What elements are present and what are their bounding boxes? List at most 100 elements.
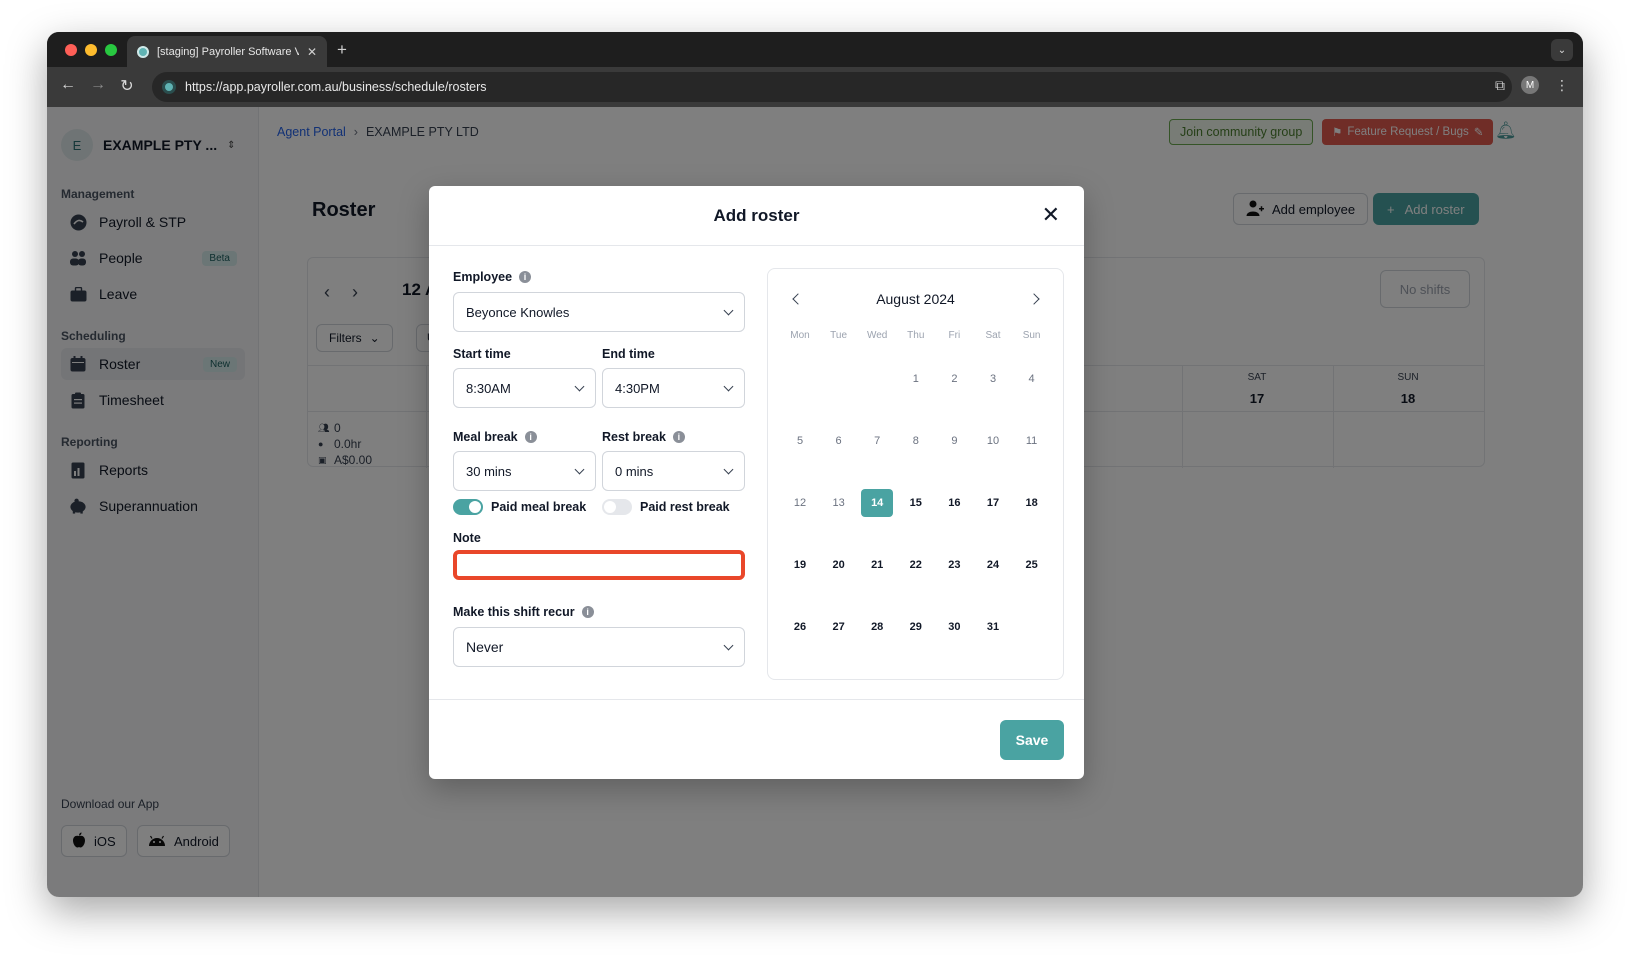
minimize-window-button[interactable] <box>85 44 97 56</box>
calendar-day[interactable]: 16 <box>938 489 970 517</box>
close-tab-icon[interactable]: ✕ <box>307 45 317 59</box>
rest-break-value: 0 mins <box>615 463 654 479</box>
employee-label: Employee i <box>453 270 532 284</box>
chevron-down-icon <box>574 381 585 391</box>
tab-search-icon[interactable]: ⌄ <box>1551 39 1573 61</box>
next-month-button[interactable] <box>1025 289 1045 309</box>
paid-rest-break-toggle[interactable]: Paid rest break <box>602 499 730 515</box>
tab-strip: [staging] Payroller Software V ✕ + ⌄ <box>47 32 1583 67</box>
recur-label: Make this shift recur i <box>453 605 594 619</box>
calendar-day[interactable]: 28 <box>861 613 893 641</box>
reload-icon[interactable]: ↻ <box>116 76 138 96</box>
calendar-month-label: August 2024 <box>876 291 955 307</box>
weekday-wed: Wed <box>866 330 888 341</box>
calendar-day[interactable]: 13 <box>823 489 855 517</box>
calendar-day[interactable]: 30 <box>938 613 970 641</box>
info-icon[interactable]: i <box>672 431 685 443</box>
info-icon[interactable]: i <box>524 431 537 443</box>
meal-break-label: Meal break i <box>453 430 537 444</box>
calendar-day[interactable]: 23 <box>938 551 970 579</box>
end-time-value: 4:30PM <box>615 380 660 396</box>
weekday-tue: Tue <box>830 330 848 341</box>
calendar-day[interactable]: 7 <box>861 427 893 455</box>
paid-meal-break-label: Paid meal break <box>491 500 587 514</box>
calendar-day[interactable]: 27 <box>823 613 855 641</box>
meal-break-label-text: Meal break <box>453 430 518 444</box>
end-time-select[interactable]: 4:30PM <box>602 368 745 408</box>
calendar-day[interactable]: 6 <box>823 427 855 455</box>
calendar-day[interactable]: 22 <box>900 551 932 579</box>
modal-title: Add roster <box>713 206 800 225</box>
forward-icon[interactable]: → <box>87 76 109 94</box>
calendar-day[interactable]: 25 <box>1016 551 1048 579</box>
recur-select[interactable]: Never <box>453 627 745 667</box>
maximize-window-button[interactable] <box>105 44 117 56</box>
calendar-day[interactable]: 11 <box>1016 427 1048 455</box>
employee-select[interactable]: Beyonce Knowles <box>453 292 745 332</box>
chevron-down-icon <box>723 640 734 650</box>
url-text: https://app.payroller.com.au/business/sc… <box>185 80 487 94</box>
paid-meal-break-toggle[interactable]: Paid meal break <box>453 499 586 515</box>
calendar-day[interactable]: 5 <box>784 427 816 455</box>
end-time-label: End time <box>602 347 655 361</box>
window-controls <box>65 44 117 56</box>
weekday-sat: Sat <box>985 330 1001 341</box>
calendar-day[interactable]: 8 <box>900 427 932 455</box>
meal-break-select[interactable]: 30 mins <box>453 451 596 491</box>
modal-footer-divider <box>429 699 1084 700</box>
start-time-label: Start time <box>453 347 511 361</box>
weekday-thu: Thu <box>907 330 925 341</box>
close-icon[interactable]: ✕ <box>1042 202 1060 228</box>
extensions-icon[interactable]: ⧉ <box>1495 77 1505 94</box>
address-bar[interactable]: https://app.payroller.com.au/business/sc… <box>152 72 1512 102</box>
calendar-day[interactable]: 1 <box>900 365 932 393</box>
calendar-day[interactable]: 10 <box>977 427 1009 455</box>
profile-avatar[interactable]: M <box>1521 76 1539 94</box>
toggle-switch[interactable] <box>602 499 632 515</box>
rest-break-label-text: Rest break <box>602 430 666 444</box>
weekday-mon: Mon <box>790 330 810 341</box>
date-picker: August 2024 Mon Tue Wed Thu Fri Sat Sun 1 2 3 4 5 6 7… <box>767 268 1064 680</box>
calendar-day[interactable]: 18 <box>1016 489 1048 517</box>
note-field[interactable] <box>453 550 745 580</box>
note-input[interactable] <box>465 554 733 576</box>
recur-value: Never <box>466 639 504 655</box>
new-tab-icon[interactable]: + <box>337 40 347 60</box>
calendar-day[interactable]: 2 <box>938 365 970 393</box>
calendar-day[interactable]: 15 <box>900 489 932 517</box>
calendar-day[interactable]: 21 <box>861 551 893 579</box>
calendar-day[interactable]: 17 <box>977 489 1009 517</box>
note-label: Note <box>453 531 481 545</box>
rest-break-select[interactable]: 0 mins <box>602 451 745 491</box>
calendar-day[interactable]: 3 <box>977 365 1009 393</box>
save-button[interactable]: Save <box>1000 720 1064 760</box>
employee-value: Beyonce Knowles <box>466 304 570 320</box>
back-icon[interactable]: ← <box>57 76 79 94</box>
calendar-day[interactable]: 24 <box>977 551 1009 579</box>
browser-menu-icon[interactable]: ⋮ <box>1555 77 1569 94</box>
site-info-icon[interactable] <box>162 80 176 94</box>
calendar-day[interactable]: 4 <box>1016 365 1048 393</box>
browser-tab[interactable]: [staging] Payroller Software V ✕ <box>127 36 327 67</box>
calendar-day[interactable]: 20 <box>823 551 855 579</box>
chevron-down-icon <box>574 464 585 474</box>
paid-rest-break-label: Paid rest break <box>640 500 730 514</box>
close-window-button[interactable] <box>65 44 77 56</box>
info-icon[interactable]: i <box>581 606 594 618</box>
chevron-right-icon <box>1027 293 1040 305</box>
info-icon[interactable]: i <box>519 271 532 283</box>
rest-break-label: Rest break i <box>602 430 685 444</box>
calendar-day[interactable]: 12 <box>784 489 816 517</box>
calendar-day[interactable]: 31 <box>977 613 1009 641</box>
calendar-day[interactable]: 26 <box>784 613 816 641</box>
recur-label-text: Make this shift recur <box>453 605 575 619</box>
chevron-down-icon <box>723 381 734 391</box>
toggle-switch[interactable] <box>453 499 483 515</box>
tab-title: [staging] Payroller Software V <box>157 45 299 58</box>
calendar-day[interactable]: 9 <box>938 427 970 455</box>
calendar-day[interactable]: 19 <box>784 551 816 579</box>
start-time-select[interactable]: 8:30AM <box>453 368 596 408</box>
start-time-value: 8:30AM <box>466 380 511 396</box>
calendar-day-selected[interactable]: 14 <box>861 489 894 517</box>
calendar-day[interactable]: 29 <box>900 613 932 641</box>
